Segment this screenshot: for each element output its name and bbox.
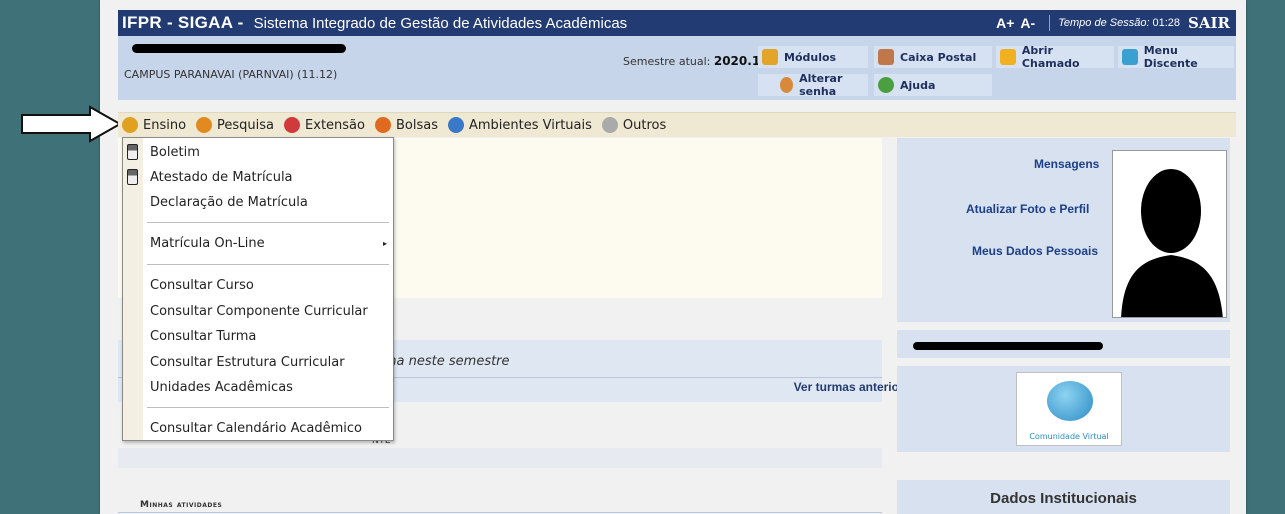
- system-name: Sistema Integrado de Gestão de Atividade…: [253, 14, 628, 32]
- menu-extensao[interactable]: Extensão: [284, 117, 365, 133]
- certificate-icon: [127, 169, 138, 185]
- menu-ambientes-virtuais[interactable]: Ambientes Virtuais: [447, 117, 592, 133]
- submenu-arrow-icon: ▸: [382, 239, 387, 248]
- menu-label: Bolsas: [395, 117, 438, 133]
- virtual-community-button[interactable]: Comunidade Virtual: [1016, 372, 1122, 446]
- session-label: Tempo de Sessão:: [1058, 17, 1150, 29]
- menu-label: Ambientes Virtuais: [468, 117, 592, 133]
- change-password-button[interactable]: Alterar senha: [758, 72, 868, 98]
- mailbox-icon: [878, 49, 894, 65]
- redacted-user-name: [132, 44, 346, 53]
- menu-pesquisa[interactable]: Pesquisa: [196, 117, 274, 133]
- ensino-icon: [122, 117, 138, 133]
- bolsas-icon: [374, 117, 391, 133]
- campus-label: CAMPUS PARANAVAI (PARNVAI) (11.12): [124, 68, 338, 81]
- key-icon: [780, 77, 794, 93]
- main-menu-bar: Ensino Pesquisa Extensão Bolsas Ambiente…: [118, 112, 1236, 137]
- dropdown-item-matricula-online[interactable]: Matrícula On-Line: [150, 236, 265, 251]
- outros-icon: [601, 117, 618, 133]
- my-activities-title: Minhas atividades: [140, 500, 223, 510]
- report-icon: [127, 144, 138, 160]
- dropdown-item-consultar-turma[interactable]: Consultar Turma: [150, 329, 256, 344]
- user-info-bar: CAMPUS PARANAVAI (PARNVAI) (11.12) Semes…: [118, 36, 1236, 100]
- dropdown-item-boletim[interactable]: Boletim: [150, 145, 200, 160]
- menu-ensino[interactable]: Ensino: [122, 117, 186, 133]
- menu-label: Extensão: [305, 117, 365, 133]
- dropdown-separator: [147, 264, 389, 265]
- current-semester: Semestre atual: 2020.1: [623, 54, 760, 68]
- dropdown-item-consultar-curso[interactable]: Consultar Curso: [150, 278, 254, 293]
- profile-photo: [1112, 150, 1227, 318]
- dropdown-item-atestado[interactable]: Atestado de Matrícula: [150, 170, 293, 185]
- community-icon: [1047, 381, 1093, 421]
- modules-button[interactable]: Módulos: [758, 46, 868, 68]
- messages-link[interactable]: Mensagens: [1034, 157, 1099, 171]
- menu-outros[interactable]: Outros: [601, 117, 667, 133]
- avatar-silhouette-icon: [1121, 169, 1223, 317]
- redacted-user-name: [913, 342, 1103, 350]
- change-password-label: Alterar senha: [799, 72, 843, 98]
- separator: [1049, 15, 1051, 31]
- logout-button[interactable]: SAIR: [1188, 14, 1230, 32]
- dropdown-item-calendario[interactable]: Consultar Calendário Acadêmico: [150, 421, 362, 436]
- help-icon: [878, 77, 894, 93]
- mailbox-button[interactable]: Caixa Postal: [874, 46, 992, 68]
- divider: [118, 512, 882, 513]
- dropdown-item-consultar-estrutura[interactable]: Consultar Estrutura Curricular: [150, 355, 345, 370]
- modules-icon: [762, 49, 778, 65]
- modules-label: Módulos: [784, 50, 837, 64]
- font-decrease-button[interactable]: A-: [1020, 15, 1035, 31]
- extensao-icon: [284, 117, 301, 133]
- communities-bar: [118, 448, 882, 468]
- dropdown-item-declaracao[interactable]: Declaração de Matrícula: [150, 195, 308, 210]
- mailbox-label: Caixa Postal: [900, 50, 977, 64]
- help-label: Ajuda: [900, 78, 936, 92]
- help-button[interactable]: Ajuda: [874, 74, 992, 96]
- dropdown-separator: [147, 407, 389, 408]
- session-time: 01:28: [1152, 17, 1181, 29]
- institutional-data-title: Dados Institucionais: [990, 490, 1137, 507]
- dropdown-item-consultar-componente[interactable]: Consultar Componente Curricular: [150, 304, 368, 319]
- pesquisa-icon: [196, 117, 213, 133]
- ticket-icon: [1000, 49, 1016, 65]
- brand-title: IFPR - SIGAA -: [122, 13, 244, 32]
- font-increase-button[interactable]: A+: [996, 15, 1014, 31]
- header-controls: A+ A- Tempo de Sessão: 01:28 SAIR: [996, 10, 1230, 36]
- student-menu-button[interactable]: Menu Discente: [1118, 44, 1234, 70]
- menu-bolsas[interactable]: Bolsas: [374, 117, 438, 133]
- ambientes-icon: [447, 117, 464, 133]
- student-menu-icon: [1122, 49, 1138, 65]
- semester-value: 2020.1: [713, 54, 761, 68]
- menu-label: Outros: [622, 117, 667, 133]
- menu-label: Pesquisa: [217, 117, 275, 133]
- personal-data-link[interactable]: Meus Dados Pessoais: [972, 244, 1098, 258]
- annotation-arrow-icon: [21, 105, 123, 143]
- menu-label: Ensino: [143, 117, 187, 133]
- semester-label: Semestre atual:: [623, 55, 711, 68]
- dropdown-item-unidades[interactable]: Unidades Acadêmicas: [150, 380, 293, 395]
- community-label: Comunidade Virtual: [1029, 432, 1109, 441]
- header-bar: IFPR - SIGAA - Sistema Integrado de Gest…: [118, 10, 1236, 36]
- ensino-dropdown-menu: Boletim Atestado de Matrícula Declaração…: [122, 137, 394, 441]
- update-photo-link[interactable]: Atualizar Foto e Perfil: [966, 202, 1089, 216]
- open-ticket-button[interactable]: Abrir Chamado: [996, 44, 1114, 70]
- dropdown-separator: [147, 222, 389, 223]
- open-ticket-label: Abrir Chamado: [1021, 44, 1080, 70]
- student-menu-label: Menu Discente: [1143, 44, 1198, 70]
